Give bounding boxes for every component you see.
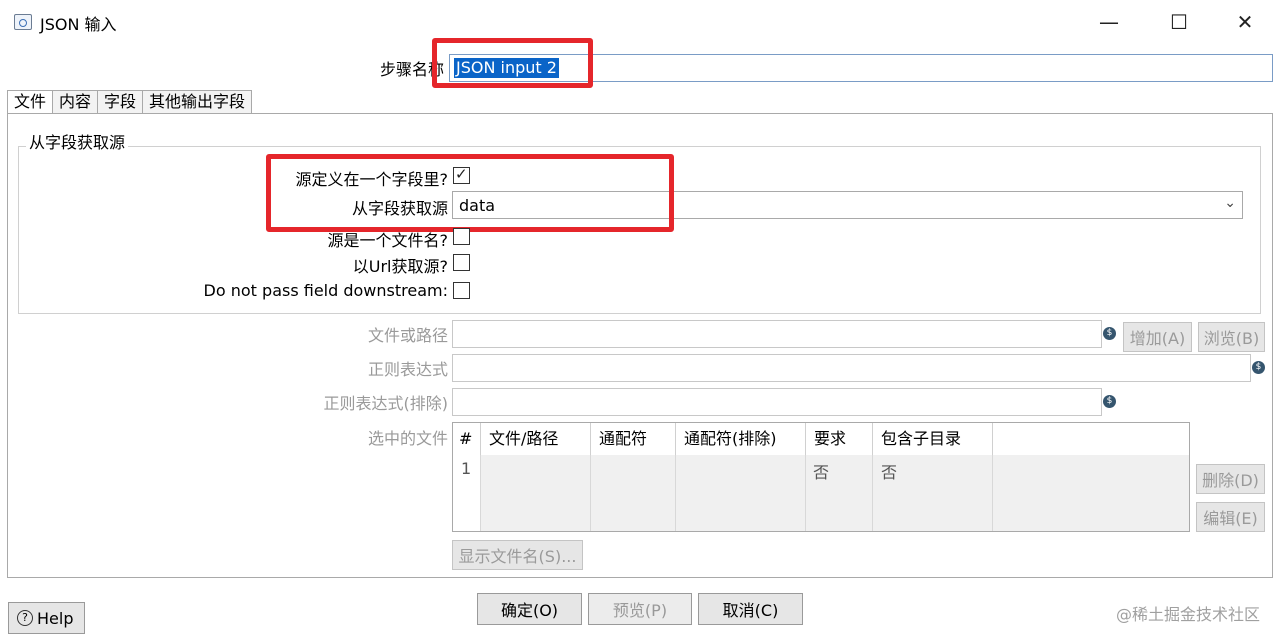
table-header-wildcard: 通配符 (591, 423, 676, 455)
source-is-filename-checkbox[interactable] (453, 228, 470, 245)
edit-button[interactable]: 编辑(E) (1196, 502, 1265, 532)
browse-button[interactable]: 浏览(B) (1198, 322, 1265, 352)
source-group-title: 从字段获取源 (26, 129, 129, 153)
regex-exclude-label: 正则表达式(排除) (323, 394, 449, 413)
table-header-wildcard-exclude: 通配符(排除) (676, 423, 806, 455)
highlight-box-step-name (432, 38, 593, 88)
source-is-filename-label: 源是一个文件名? (327, 231, 449, 250)
regex-input[interactable] (452, 354, 1251, 382)
delete-button[interactable]: 删除(D) (1196, 464, 1265, 494)
table-cell-required[interactable]: 否 (813, 459, 829, 483)
table-column (481, 455, 591, 531)
help-button[interactable]: ? Help (8, 602, 85, 634)
file-path-label: 文件或路径 (367, 326, 448, 345)
table-cell-subdirs[interactable]: 否 (881, 459, 897, 483)
chevron-down-icon: ⌄ (1224, 195, 1236, 211)
variable-icon: $ (1252, 361, 1265, 374)
maximize-icon: ☐ (1170, 10, 1188, 34)
tab-fields[interactable]: 字段 (97, 90, 144, 114)
preview-button[interactable]: 预览(P) (588, 593, 692, 625)
read-url-label: 以Url获取源? (352, 257, 448, 276)
close-button[interactable]: ✕ (1222, 6, 1268, 38)
close-icon: ✕ (1236, 10, 1254, 34)
maximize-button[interactable]: ☐ (1156, 6, 1202, 38)
tab-bar: 文件 内容 字段 其他输出字段 (7, 90, 253, 115)
ok-button[interactable]: 确定(O) (477, 593, 582, 625)
minimize-button[interactable]: — (1086, 6, 1132, 38)
regex-label: 正则表达式 (367, 360, 448, 379)
minimize-icon: — (1099, 10, 1119, 34)
tab-additional-output-fields[interactable]: 其他输出字段 (142, 90, 253, 114)
help-icon: ? (17, 610, 33, 626)
window-title: JSON 输入 (40, 15, 117, 34)
do-not-pass-field-checkbox[interactable] (453, 282, 470, 299)
variable-icon: $ (1103, 327, 1116, 340)
variable-icon: $ (1103, 395, 1116, 408)
table-column (591, 455, 676, 531)
cancel-button[interactable]: 取消(C) (698, 593, 803, 625)
do-not-pass-field-label: Do not pass field downstream: (203, 281, 448, 300)
show-filenames-button[interactable]: 显示文件名(S)... (452, 540, 583, 570)
watermark: @稀土掘金技术社区 (1115, 605, 1260, 624)
table-cell-number: 1 (461, 459, 472, 478)
selected-files-label: 选中的文件 (367, 429, 448, 448)
table-header-number: # (453, 423, 481, 455)
table-header-subdirs: 包含子目录 (873, 423, 993, 455)
tab-content[interactable]: 内容 (52, 90, 99, 114)
regex-exclude-input[interactable] (452, 388, 1102, 416)
file-path-input[interactable] (452, 320, 1102, 348)
read-url-checkbox[interactable] (453, 254, 470, 271)
table-header-required: 要求 (806, 423, 873, 455)
add-button[interactable]: 增加(A) (1123, 322, 1192, 352)
table-column (676, 455, 806, 531)
app-icon (14, 14, 32, 30)
table-header-path: 文件/路径 (481, 423, 591, 455)
tab-file[interactable]: 文件 (7, 90, 54, 115)
help-label: Help (37, 608, 74, 628)
selected-files-table[interactable]: # 文件/路径 通配符 通配符(排除) 要求 包含子目录 1 否 否 (452, 422, 1190, 532)
highlight-box-source-field (266, 154, 674, 232)
